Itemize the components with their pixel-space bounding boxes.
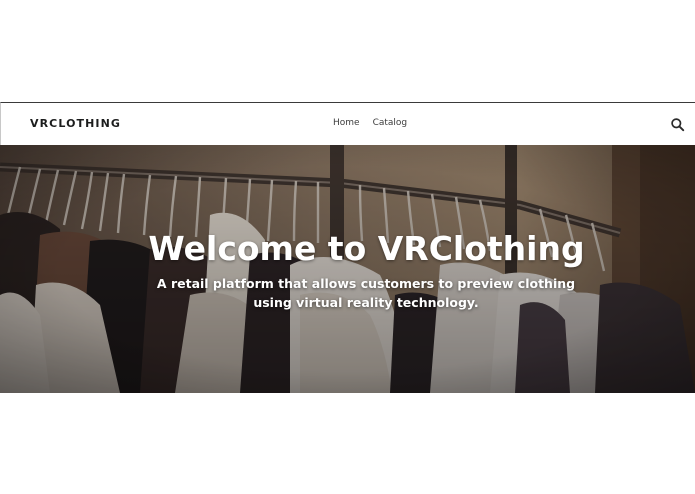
page: VRCLOTHING Home Catalog Welcome to VRClo… [0, 0, 695, 494]
hero-subtitle: A retail platform that allows customers … [156, 276, 576, 310]
hero-title: Welcome to VRClothing [148, 229, 585, 268]
nav-link-home[interactable]: Home [333, 118, 360, 128]
site-logo[interactable]: VRCLOTHING [30, 117, 121, 130]
hero-banner: Welcome to VRClothing A retail platform … [0, 145, 695, 393]
nav-link-catalog[interactable]: Catalog [373, 118, 408, 128]
main-nav: Home Catalog [333, 118, 407, 128]
search-icon [671, 118, 685, 132]
search-button[interactable] [670, 117, 686, 133]
site-header: VRCLOTHING Home Catalog [0, 102, 695, 145]
hero-overlay [0, 145, 695, 393]
